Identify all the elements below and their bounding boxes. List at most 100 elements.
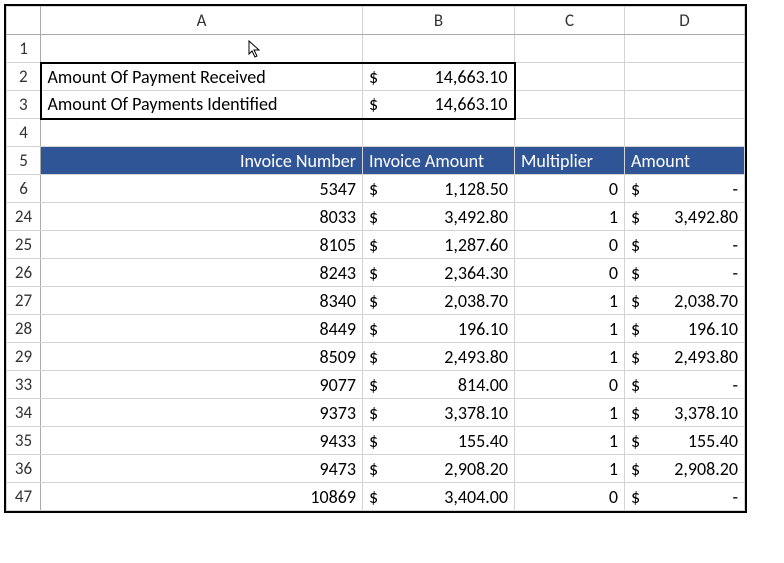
- cell[interactable]: [625, 119, 745, 147]
- summary-label[interactable]: Amount Of Payments Identified: [41, 91, 363, 119]
- header-amount[interactable]: Amount: [625, 147, 745, 175]
- cell-amount[interactable]: $2,493.80: [625, 343, 745, 371]
- cell-amount[interactable]: $3,378.10: [625, 399, 745, 427]
- cell-invoice-amount[interactable]: $2,038.70: [363, 287, 515, 315]
- value-text: -: [732, 262, 738, 284]
- cell-invoice-amount[interactable]: $1,287.60: [363, 231, 515, 259]
- cell-multiplier[interactable]: 1: [515, 315, 625, 343]
- cell[interactable]: [515, 35, 625, 63]
- row-header[interactable]: 28: [7, 315, 41, 343]
- value-text: 14,663.10: [435, 66, 508, 88]
- row-1: 1: [7, 35, 745, 63]
- cell-invoice-amount[interactable]: $2,493.80: [363, 343, 515, 371]
- row-header[interactable]: 34: [7, 399, 41, 427]
- cell[interactable]: [625, 63, 745, 91]
- cell-multiplier[interactable]: 0: [515, 175, 625, 203]
- cell-invoice-number[interactable]: 9077: [41, 371, 363, 399]
- cell-multiplier[interactable]: 0: [515, 371, 625, 399]
- cell[interactable]: [515, 119, 625, 147]
- row-header[interactable]: 26: [7, 259, 41, 287]
- cell-invoice-number[interactable]: 8243: [41, 259, 363, 287]
- cell-invoice-amount[interactable]: $2,364.30: [363, 259, 515, 287]
- cell[interactable]: [515, 91, 625, 119]
- cell-amount[interactable]: $155.40: [625, 427, 745, 455]
- table-row: 65347$1,128.500$-: [7, 175, 745, 203]
- cell-amount[interactable]: $3,492.80: [625, 203, 745, 231]
- cell-invoice-amount[interactable]: $2,908.20: [363, 455, 515, 483]
- cell-invoice-number[interactable]: 9473: [41, 455, 363, 483]
- cell-multiplier[interactable]: 1: [515, 455, 625, 483]
- spreadsheet-grid[interactable]: A B C D 1 2 Amount Of Payment Received $…: [4, 4, 747, 513]
- row-header[interactable]: 3: [7, 91, 41, 119]
- cell-invoice-amount[interactable]: $155.40: [363, 427, 515, 455]
- header-invoice-amount[interactable]: Invoice Amount: [363, 147, 515, 175]
- cell-invoice-amount[interactable]: $3,378.10: [363, 399, 515, 427]
- cell[interactable]: [625, 35, 745, 63]
- row-header[interactable]: 24: [7, 203, 41, 231]
- cell-invoice-amount[interactable]: $3,492.80: [363, 203, 515, 231]
- row-header[interactable]: 33: [7, 371, 41, 399]
- cell-multiplier[interactable]: 1: [515, 203, 625, 231]
- cell[interactable]: [625, 91, 745, 119]
- cell[interactable]: [363, 119, 515, 147]
- cell-amount[interactable]: $2,038.70: [625, 287, 745, 315]
- cell-amount[interactable]: $-: [625, 259, 745, 287]
- value-text: 3,492.80: [674, 206, 738, 228]
- row-header[interactable]: 6: [7, 175, 41, 203]
- row-header[interactable]: 29: [7, 343, 41, 371]
- cell-invoice-number[interactable]: 8449: [41, 315, 363, 343]
- select-all-corner[interactable]: [7, 7, 41, 35]
- row-header[interactable]: 1: [7, 35, 41, 63]
- cell-invoice-number[interactable]: 8509: [41, 343, 363, 371]
- cell-invoice-number[interactable]: 9373: [41, 399, 363, 427]
- col-header-b[interactable]: B: [363, 7, 515, 35]
- row-header[interactable]: 5: [7, 147, 41, 175]
- value-text: -: [732, 234, 738, 256]
- col-header-a[interactable]: A: [41, 7, 363, 35]
- cell-amount[interactable]: $2,908.20: [625, 455, 745, 483]
- cell-multiplier[interactable]: 0: [515, 231, 625, 259]
- col-header-c[interactable]: C: [515, 7, 625, 35]
- col-header-d[interactable]: D: [625, 7, 745, 35]
- summary-label[interactable]: Amount Of Payment Received: [41, 63, 363, 91]
- cell[interactable]: [515, 63, 625, 91]
- cell-amount[interactable]: $-: [625, 483, 745, 511]
- cell-invoice-number[interactable]: 10869: [41, 483, 363, 511]
- cell-invoice-number[interactable]: 8033: [41, 203, 363, 231]
- row-header[interactable]: 36: [7, 455, 41, 483]
- cell-multiplier[interactable]: 1: [515, 343, 625, 371]
- row-header[interactable]: 47: [7, 483, 41, 511]
- cell[interactable]: [41, 35, 363, 63]
- cell-invoice-number[interactable]: 8105: [41, 231, 363, 259]
- cell-amount[interactable]: $-: [625, 231, 745, 259]
- value-text: 2,038.70: [444, 290, 508, 312]
- row-header[interactable]: 4: [7, 119, 41, 147]
- value-text: 155.40: [458, 430, 508, 452]
- cell-amount[interactable]: $-: [625, 175, 745, 203]
- row-header[interactable]: 25: [7, 231, 41, 259]
- cell-multiplier[interactable]: 0: [515, 483, 625, 511]
- cell[interactable]: [363, 35, 515, 63]
- cell-amount[interactable]: $196.10: [625, 315, 745, 343]
- cell-multiplier[interactable]: 1: [515, 399, 625, 427]
- summary-value[interactable]: $14,663.10: [363, 91, 515, 119]
- cell-invoice-number[interactable]: 5347: [41, 175, 363, 203]
- cell-invoice-number[interactable]: 8340: [41, 287, 363, 315]
- value-text: 1,128.50: [444, 178, 508, 200]
- cell-amount[interactable]: $-: [625, 371, 745, 399]
- row-header[interactable]: 35: [7, 427, 41, 455]
- row-header[interactable]: 2: [7, 63, 41, 91]
- cell-multiplier[interactable]: 1: [515, 287, 625, 315]
- cell-invoice-amount[interactable]: $814.00: [363, 371, 515, 399]
- cell-multiplier[interactable]: 1: [515, 427, 625, 455]
- cell-invoice-number[interactable]: 9433: [41, 427, 363, 455]
- cell-multiplier[interactable]: 0: [515, 259, 625, 287]
- header-invoice-number[interactable]: Invoice Number: [41, 147, 363, 175]
- cell-invoice-amount[interactable]: $3,404.00: [363, 483, 515, 511]
- cell-invoice-amount[interactable]: $196.10: [363, 315, 515, 343]
- header-multiplier[interactable]: Multiplier: [515, 147, 625, 175]
- row-header[interactable]: 27: [7, 287, 41, 315]
- cell[interactable]: [41, 119, 363, 147]
- summary-value[interactable]: $14,663.10: [363, 63, 515, 91]
- cell-invoice-amount[interactable]: $1,128.50: [363, 175, 515, 203]
